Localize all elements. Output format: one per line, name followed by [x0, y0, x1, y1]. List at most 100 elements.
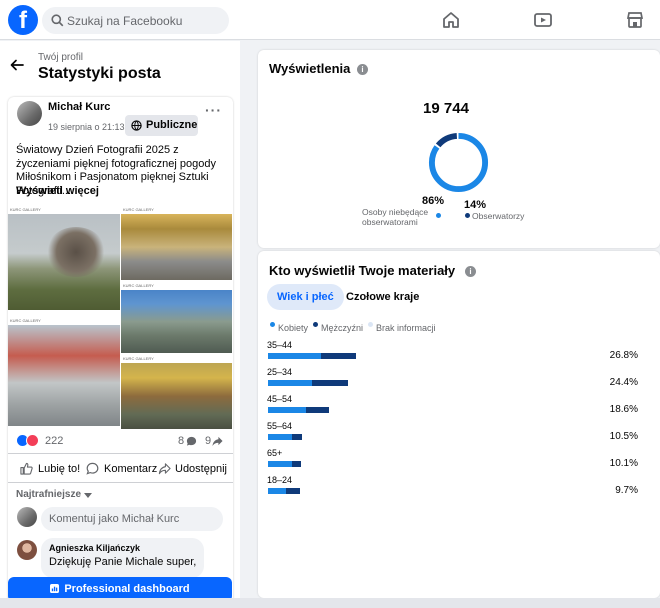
- followers-percent: 14%: [464, 199, 487, 211]
- love-reaction-icon: [26, 434, 39, 447]
- more-options-button[interactable]: ···: [205, 103, 222, 117]
- search-input[interactable]: [67, 7, 222, 34]
- visibility-label: Publiczne: [146, 119, 198, 131]
- views-title: Wyświetlenia: [269, 61, 351, 76]
- audience-title: Kto wyświetlił Twoje materiały: [269, 263, 456, 278]
- age-row-label: 25–34: [267, 367, 293, 377]
- search-icon: [51, 14, 64, 27]
- comments-count[interactable]: 8: [178, 435, 184, 447]
- thumbs-up-icon: [20, 462, 33, 475]
- non-followers-label-line2: obserwatorami: [362, 217, 418, 227]
- comment-bubble: Agnieszka Kiljańczyk Dziękuję Panie Mich…: [41, 538, 204, 578]
- men-bar: [285, 488, 300, 494]
- legend-women-dot: [270, 322, 275, 327]
- photo-caption: KURC GALLERY: [123, 356, 154, 361]
- age-row-percent: 10.5%: [609, 431, 638, 442]
- comment-sort-dropdown[interactable]: Najtrafniejsze: [16, 489, 81, 500]
- post-insights-panel: Twój profil Statystyki posta Michał Kurc…: [0, 41, 240, 608]
- photo-caption: KURC GALLERY: [123, 283, 154, 288]
- non-followers-label-line1: Osoby niebędące: [362, 207, 429, 217]
- age-row-percent: 26.8%: [609, 350, 638, 361]
- tab-top-countries[interactable]: Czołowe kraje: [346, 284, 419, 310]
- share-icon: [212, 436, 223, 447]
- facebook-logo[interactable]: f: [8, 5, 38, 35]
- comment-label: Komentarz: [104, 463, 158, 475]
- men-bar: [320, 353, 356, 359]
- age-row-label: 18–24: [267, 475, 293, 485]
- age-row-label: 45–54: [267, 394, 293, 404]
- age-row-label: 65+: [267, 448, 283, 458]
- visibility-button[interactable]: Publiczne: [125, 115, 198, 136]
- video-icon[interactable]: [533, 10, 553, 30]
- globe-icon: [131, 120, 142, 131]
- women-bar: [268, 380, 313, 386]
- info-icon[interactable]: i: [465, 266, 476, 277]
- breadcrumb[interactable]: Twój profil: [38, 52, 83, 63]
- legend-men: Mężczyźni: [321, 323, 364, 333]
- followers-label: Obserwatorzy: [472, 211, 525, 221]
- comment-icon: [186, 436, 197, 446]
- post-actions: Lubię to! Komentarz Udostępnij: [8, 453, 233, 483]
- women-bar: [268, 407, 306, 413]
- age-row-percent: 10.1%: [609, 458, 638, 469]
- age-row-label: 35–44: [267, 340, 293, 350]
- age-row-percent: 18.6%: [609, 404, 638, 415]
- post-card: Michał Kurc 19 sierpnia o 21:13 · Public…: [8, 97, 233, 608]
- author-avatar[interactable]: [17, 101, 42, 126]
- views-donut-chart: [428, 132, 489, 193]
- post-photo[interactable]: KURC GALLERY: [121, 356, 232, 429]
- home-icon[interactable]: [441, 10, 461, 30]
- share-arrow-icon: [158, 463, 171, 475]
- post-photo[interactable]: KURC GALLERY: [8, 318, 120, 426]
- women-bar: [268, 353, 321, 359]
- marketplace-icon[interactable]: [625, 10, 645, 30]
- post-date[interactable]: 19 sierpnia o 21:13 ·: [48, 122, 130, 132]
- post-photo[interactable]: KURC GALLERY: [121, 283, 232, 353]
- women-bar: [268, 488, 286, 494]
- post-photo[interactable]: KURC GALLERY: [8, 207, 120, 310]
- page-footer: [0, 598, 660, 608]
- women-bar: [268, 461, 292, 467]
- back-arrow-icon[interactable]: [10, 58, 24, 72]
- age-row-percent: 9.7%: [615, 485, 638, 496]
- women-bar: [268, 434, 293, 440]
- followers-dot: [465, 213, 470, 218]
- commenter-name[interactable]: Agnieszka Kiljańczyk: [49, 543, 140, 553]
- men-bar: [305, 407, 330, 413]
- legend-women: Kobiety: [278, 323, 309, 333]
- page-title: Statystyki posta: [38, 65, 161, 82]
- legend-unknown: Brak informacji: [376, 323, 436, 333]
- commenter-avatar[interactable]: [17, 540, 37, 560]
- tab-age-gender[interactable]: Wiek i płeć: [267, 284, 344, 310]
- comment-text: Dziękuję Panie Michale super,: [49, 556, 197, 568]
- shares-count[interactable]: 9: [205, 435, 211, 447]
- see-more-link[interactable]: Wyświetl więcej: [16, 185, 99, 197]
- legend-men-dot: [313, 322, 318, 327]
- share-label: Udostępnij: [175, 463, 227, 475]
- photo-caption: KURC GALLERY: [10, 318, 41, 323]
- audience-card: Kto wyświetlił Twoje materiały i Wiek i …: [258, 251, 660, 598]
- comment-bubble-icon: [86, 462, 99, 475]
- chevron-down-icon[interactable]: [84, 493, 92, 498]
- non-followers-percent: 86%: [422, 195, 445, 207]
- photo-caption: KURC GALLERY: [123, 207, 154, 212]
- age-row-percent: 24.4%: [609, 377, 638, 388]
- views-total: 19 744: [423, 100, 469, 117]
- men-bar: [291, 461, 302, 467]
- age-row-label: 55–64: [267, 421, 293, 431]
- dashboard-icon: [50, 584, 60, 593]
- non-followers-dot: [436, 213, 441, 218]
- comment-input[interactable]: [41, 507, 223, 531]
- dashboard-label: Professional dashboard: [64, 583, 190, 595]
- top-bar: f: [0, 0, 660, 40]
- post-photo[interactable]: KURC GALLERY: [121, 207, 232, 280]
- info-icon[interactable]: i: [357, 64, 368, 75]
- search-box[interactable]: [42, 7, 229, 34]
- photo-caption: KURC GALLERY: [10, 207, 41, 212]
- men-bar: [292, 434, 303, 440]
- like-label: Lubię to!: [38, 463, 81, 475]
- current-user-avatar: [17, 507, 37, 527]
- views-card: Wyświetlenia i 19 744 86% Osoby niebędąc…: [258, 50, 660, 248]
- reactions-count: 222: [45, 435, 64, 447]
- post-author[interactable]: Michał Kurc: [48, 101, 110, 113]
